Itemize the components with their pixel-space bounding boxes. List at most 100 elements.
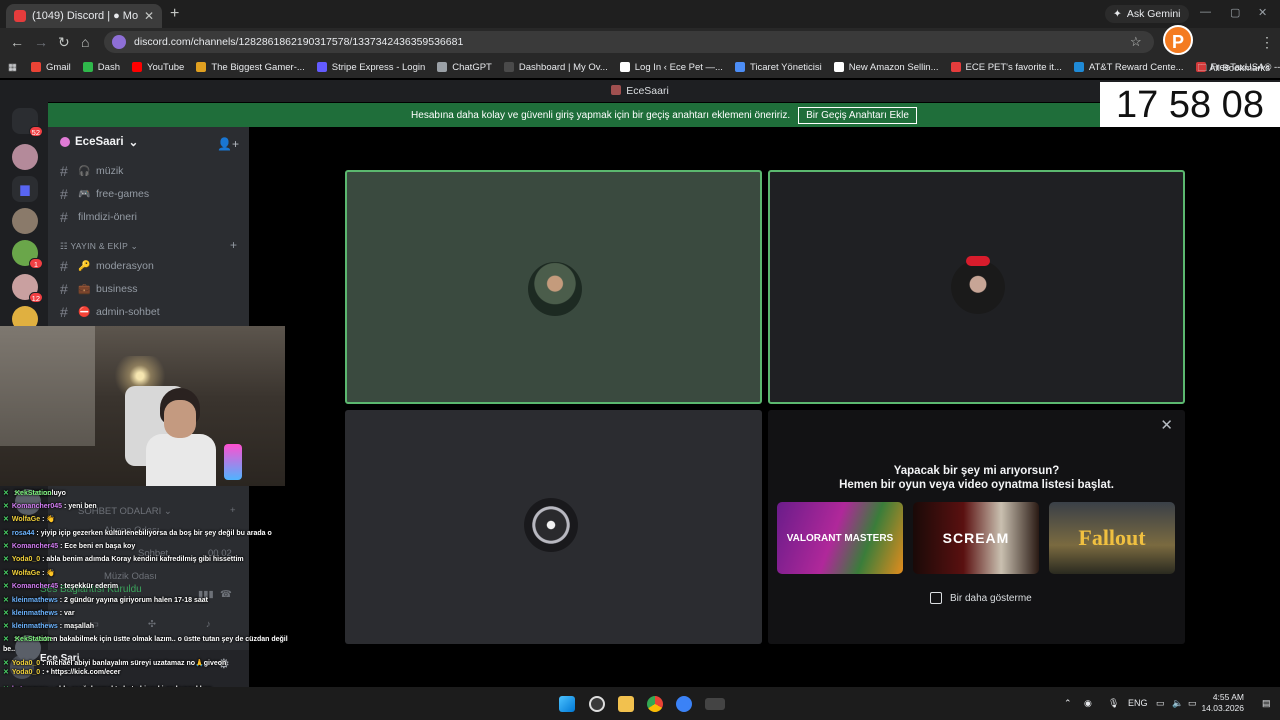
bookmark-item[interactable]: YouTube xyxy=(131,62,184,73)
minimize-icon[interactable]: — xyxy=(1200,6,1211,18)
bookmark-label: ChatGPT xyxy=(452,61,492,73)
channel-name: filmdizi-öneri xyxy=(78,211,137,223)
channel-business[interactable]: # 💼 business xyxy=(60,281,137,297)
bookmark-item[interactable]: Gmail xyxy=(30,62,71,73)
direct-messages-icon[interactable]: 52 xyxy=(12,108,43,137)
category-yayin-ekip[interactable]: ☷ YAYIN & EKİP ⌄ xyxy=(60,241,138,252)
bookmark-item[interactable]: The Biggest Gamer-... xyxy=(196,61,305,73)
channel-emoji: 🎮 xyxy=(78,188,91,200)
server-name-header[interactable]: EceSaari ⌄ xyxy=(60,135,138,149)
mic-icon[interactable]: 🎙 xyxy=(1108,698,1119,709)
disconnect-icon[interactable]: ☎ xyxy=(220,589,232,600)
chat-message: ✕ Yoda0_0 : abla benim adımda Koray kendi… xyxy=(3,555,244,564)
create-channel-icon[interactable]: + xyxy=(230,238,237,252)
hash-icon: # xyxy=(60,186,68,202)
close-promo-icon[interactable]: ✕ xyxy=(1160,416,1173,434)
browser-tab[interactable]: (1049) Discord | ● Mod Y... ✕ xyxy=(6,4,162,28)
google-app-icon[interactable] xyxy=(676,696,692,712)
activities-icon[interactable]: ✣ xyxy=(148,619,156,630)
chat-message: be.. xyxy=(3,645,15,654)
add-passkey-button[interactable]: Bir Geçiş Anahtarı Ekle xyxy=(798,106,917,124)
close-tab-icon[interactable]: ✕ xyxy=(144,9,154,23)
bookmark-item[interactable]: Stripe Express - Login xyxy=(316,62,425,73)
bookmark-item[interactable]: ECE PET's favorite it... xyxy=(950,61,1062,73)
volume-icon[interactable]: 🔈 xyxy=(1172,698,1183,709)
discord-title-bar: EceSaari xyxy=(0,80,1280,102)
server-icon-1[interactable] xyxy=(12,144,38,170)
dont-show-again-row[interactable]: Bir daha gösterme xyxy=(930,592,1032,604)
channel-muzik[interactable]: # 🎧 müzik xyxy=(60,163,123,179)
bookmark-label: ECE PET's favorite it... xyxy=(965,61,1062,73)
close-window-icon[interactable]: ✕ xyxy=(1258,6,1267,19)
menu-dots-icon[interactable]: ⋮ xyxy=(1260,34,1274,51)
apps-grid-icon[interactable]: ▦ xyxy=(8,62,17,73)
obs-icon[interactable] xyxy=(589,696,605,712)
bookmark-star-icon[interactable]: ☆ xyxy=(1130,34,1142,50)
bookmark-item[interactable]: Dashboard | My Ov... xyxy=(503,62,608,73)
chat-username: WolfaGe xyxy=(11,516,41,523)
game-card-valorant[interactable]: VALORANT MASTERS xyxy=(777,502,903,574)
channel-emoji: 🔑 xyxy=(78,260,91,272)
bookmark-label: The Biggest Gamer-... xyxy=(211,61,305,73)
url-field[interactable]: discord.com/channels/1282861862190317578… xyxy=(104,31,1154,53)
folder-icon[interactable]: ▆ xyxy=(12,176,38,202)
participant-tile-1[interactable] xyxy=(345,170,762,404)
windows-start-icon[interactable] xyxy=(559,696,575,712)
ask-gemini-button[interactable]: ✦ Ask Gemini xyxy=(1105,5,1189,23)
bookmark-item[interactable]: AT&T Reward Cente... xyxy=(1073,62,1184,73)
server-icon-2[interactable] xyxy=(12,208,38,234)
bookmark-item[interactable]: Dash xyxy=(82,62,120,73)
bookmark-item[interactable]: New Amazon Sellin... xyxy=(833,62,939,73)
game-card-fallout[interactable]: Fallout xyxy=(1049,502,1175,574)
forward-icon[interactable]: → xyxy=(34,34,48,50)
bookmark-item[interactable]: Ticaret Yöneticisi xyxy=(734,62,822,73)
participant-tile-3[interactable] xyxy=(345,410,762,644)
create-voice-channel-icon[interactable]: + xyxy=(230,505,236,516)
back-icon[interactable]: ← xyxy=(10,34,24,50)
game-card-scream[interactable]: SCREAM xyxy=(913,502,1039,574)
network-icon[interactable]: ▭ xyxy=(1156,698,1165,709)
channel-admin-sohbet[interactable]: # ⛔ admin-sohbet xyxy=(60,304,160,320)
extension-p-icon[interactable]: P xyxy=(1163,25,1193,55)
server-icon-3[interactable]: 1 xyxy=(12,240,43,269)
chrome-icon[interactable] xyxy=(647,696,663,712)
chat-username: kleinmathews xyxy=(11,597,58,604)
channel-name: moderasyon xyxy=(96,260,154,272)
all-bookmarks-button[interactable]: 🗀 All Bookmarks xyxy=(1198,61,1270,77)
channel-free-games[interactable]: # 🎮 free-games xyxy=(60,186,149,202)
system-clock[interactable]: 4:55 AM 14.03.2026 xyxy=(1200,692,1244,714)
channel-filmdizi-oneri[interactable]: # filmdizi-öneri xyxy=(60,209,137,225)
chat-text: yeni ben xyxy=(68,503,97,510)
maximize-icon[interactable]: ▢ xyxy=(1230,6,1240,19)
server-name: EceSaari xyxy=(75,136,124,148)
channel-moderasyon[interactable]: # 🔑 moderasyon xyxy=(60,258,154,274)
tray-chevron-icon[interactable]: ⌃ xyxy=(1064,698,1072,709)
dont-show-checkbox[interactable] xyxy=(930,592,942,604)
promo-question: Yapacak bir şey mi arıyorsun? xyxy=(893,465,1060,477)
activity-promo-panel: ✕ Yapacak bir şey mi arıyorsun? Hemen bi… xyxy=(768,410,1185,644)
server-icon-4[interactable]: 12 xyxy=(12,274,43,303)
chat-message: ✕ Yoda0_0 : michael abiyi banlayalım süre… xyxy=(3,659,226,668)
app-icon[interactable] xyxy=(705,698,725,710)
battery-icon[interactable]: ▭ xyxy=(1188,698,1197,709)
hash-icon: # xyxy=(60,209,68,225)
invite-people-icon[interactable]: 👤+ xyxy=(217,137,239,151)
notifications-icon[interactable]: ▤ xyxy=(1262,698,1271,709)
bookmark-item[interactable]: ChatGPT xyxy=(437,62,492,73)
language-indicator[interactable]: ENG xyxy=(1128,698,1148,708)
voice-channel-muzik[interactable]: Müzik Odası xyxy=(104,571,157,582)
tray-app-icon[interactable]: ◉ xyxy=(1084,698,1092,709)
reload-icon[interactable]: ↻ xyxy=(58,34,70,51)
site-info-icon[interactable] xyxy=(112,35,126,49)
chat-message: ✕ Komancher045 : yeni ben xyxy=(3,502,97,511)
bookmark-item[interactable]: Log In ‹ Ece Pet —... xyxy=(619,62,723,73)
kick-badge-icon: ✕ xyxy=(3,636,9,643)
new-tab-icon[interactable]: + xyxy=(170,5,179,23)
soundboard-icon[interactable]: ♪ xyxy=(206,619,211,630)
home-icon[interactable]: ⌂ xyxy=(81,34,89,50)
chat-username: Komancher45 xyxy=(11,543,59,550)
participant-tile-2[interactable] xyxy=(768,170,1185,404)
chat-text: michael abiyi banlayalım süreyi uzatamaz… xyxy=(46,660,227,667)
kick-badge-icon: ✕ xyxy=(3,530,9,537)
file-explorer-icon[interactable] xyxy=(618,696,634,712)
